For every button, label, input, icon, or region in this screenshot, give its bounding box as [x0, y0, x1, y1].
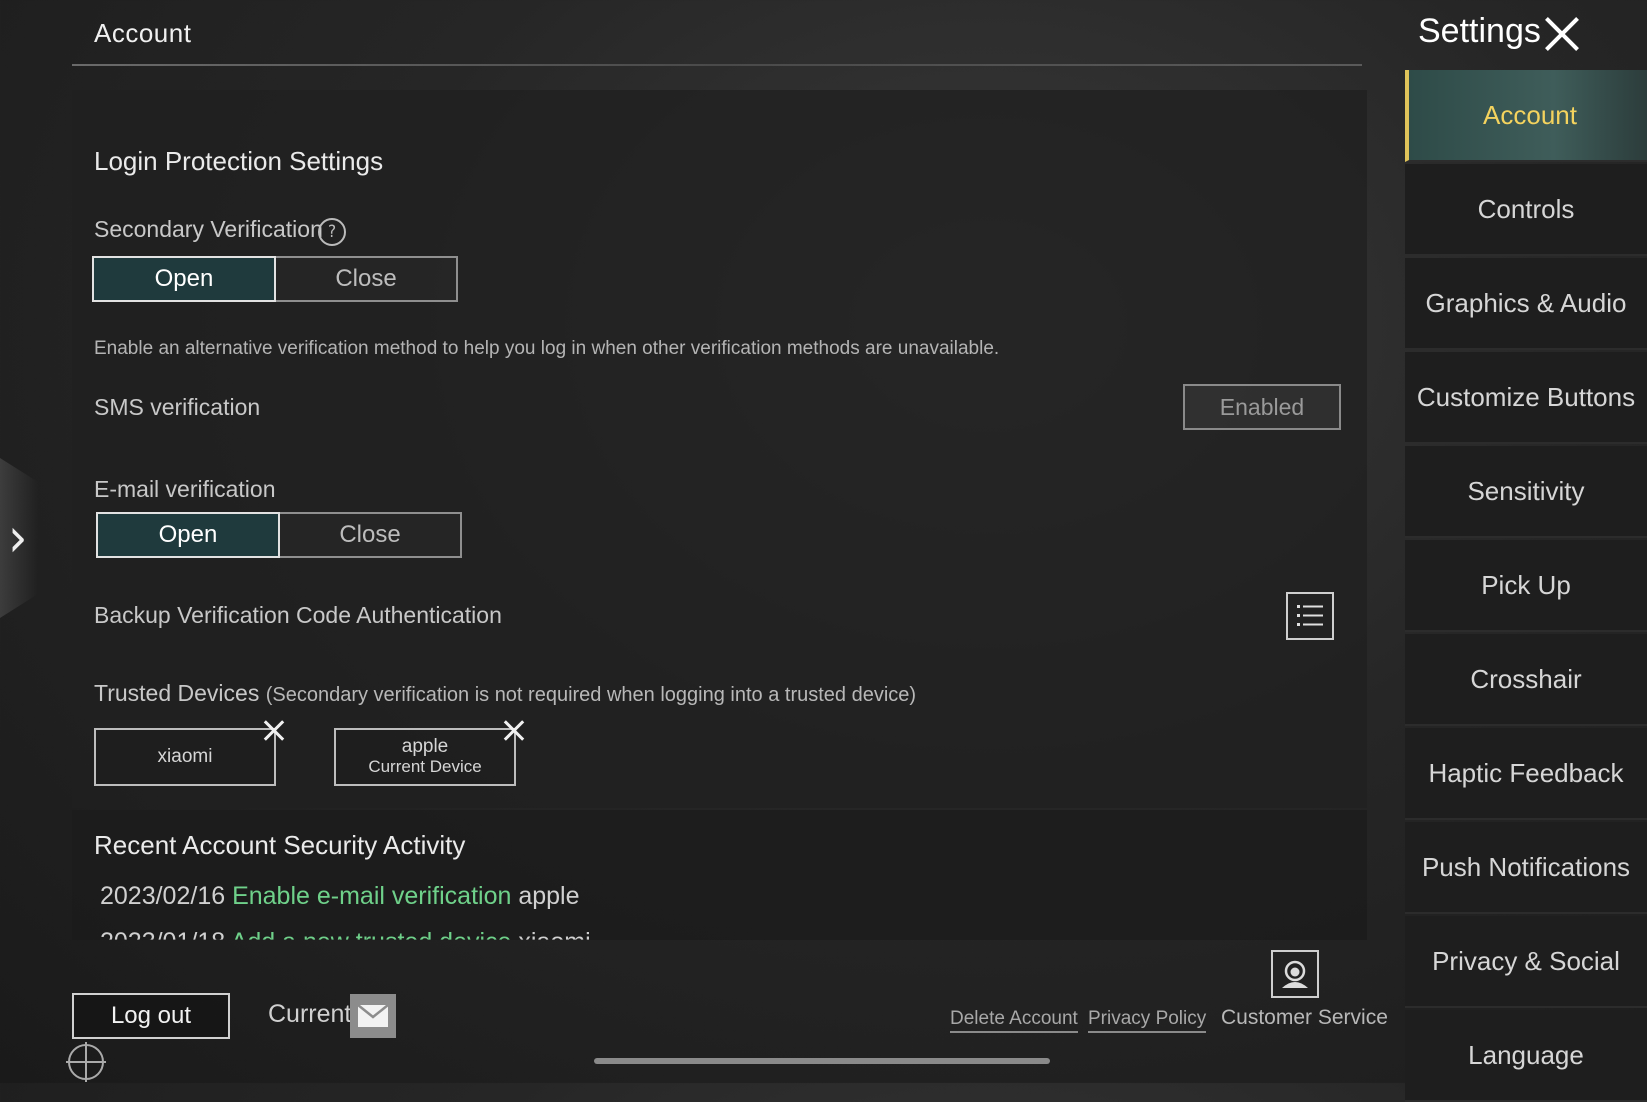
sidebar-item-pick-up[interactable]: Pick Up — [1405, 540, 1647, 632]
close-icon[interactable] — [1542, 14, 1582, 54]
login-protection-title: Login Protection Settings — [94, 146, 384, 176]
sidebar-item-crosshair[interactable]: Crosshair — [1405, 634, 1647, 726]
remove-device-icon[interactable] — [263, 720, 285, 742]
activity-action: Add a new trusted device — [230, 928, 512, 956]
header-divider — [72, 64, 1362, 66]
sidebar-item-graphics-audio[interactable]: Graphics & Audio — [1405, 258, 1647, 350]
trusted-device-card: apple Current Device — [334, 728, 516, 786]
settings-sidebar: Account Controls Graphics & Audio Custom… — [1405, 70, 1647, 1102]
sidebar-item-customize-buttons[interactable]: Customize Buttons — [1405, 352, 1647, 444]
sms-enabled-status: Enabled — [1183, 384, 1341, 430]
activity-date: 2023/02/16 — [100, 882, 226, 910]
trusted-device-card: xiaomi — [94, 728, 276, 786]
email-verification-toggle: Open Close — [96, 512, 462, 558]
email-verification-open-button[interactable]: Open — [96, 512, 280, 558]
privacy-policy-link[interactable]: Privacy Policy — [1088, 1008, 1207, 1033]
email-verification-close-button[interactable]: Close — [280, 512, 462, 558]
device-name: apple — [401, 736, 449, 757]
backup-code-label: Backup Verification Code Authentication — [94, 602, 502, 628]
activity-date: 2023/01/18 — [100, 928, 226, 956]
activity-row: 2023/01/18 Add a new trusted device xiao… — [100, 928, 591, 956]
logout-button[interactable]: Log out — [72, 993, 230, 1039]
sidebar-item-controls[interactable]: Controls — [1405, 164, 1647, 256]
reticle-icon — [66, 1042, 106, 1082]
secondary-verification-description: Enable an alternative verification metho… — [94, 338, 1000, 359]
chevron-right-icon: › — [8, 506, 28, 569]
device-current-tag: Current Device — [368, 757, 482, 776]
secondary-verification-close-button[interactable]: Close — [276, 256, 458, 302]
horizontal-scrollbar[interactable] — [594, 1058, 1050, 1064]
backup-code-list-button[interactable] — [1286, 592, 1334, 640]
current-login-label: Current — [268, 1000, 352, 1028]
current-login-mail-button[interactable] — [350, 994, 396, 1038]
secondary-verification-open-button[interactable]: Open — [92, 256, 276, 302]
activity-title: Recent Account Security Activity — [94, 830, 466, 860]
sidebar-item-privacy-social[interactable]: Privacy & Social — [1405, 916, 1647, 1008]
delete-account-link[interactable]: Delete Account — [950, 1008, 1078, 1033]
sms-verification-label: SMS verification — [94, 394, 261, 420]
mail-icon — [358, 1005, 388, 1027]
activity-device: xiaomi — [518, 928, 591, 956]
secondary-verification-toggle: Open Close — [92, 256, 458, 302]
trusted-devices-label: Trusted Devices (Secondary verification … — [94, 680, 916, 707]
sidebar-item-push-notifications[interactable]: Push Notifications — [1405, 822, 1647, 914]
expand-panel-button[interactable]: › — [0, 458, 38, 618]
settings-title: Settings — [1418, 12, 1541, 50]
sidebar-item-sensitivity[interactable]: Sensitivity — [1405, 446, 1647, 538]
help-icon[interactable]: ? — [318, 218, 346, 246]
device-name: xiaomi — [157, 746, 213, 767]
customer-service-icon[interactable] — [1271, 950, 1319, 998]
customer-service-label[interactable]: Customer Service — [1221, 1006, 1388, 1030]
email-verification-label: E-mail verification — [94, 476, 276, 502]
activity-device: apple — [518, 882, 580, 910]
trusted-devices-note: (Secondary verification is not required … — [265, 684, 917, 706]
activity-row: 2023/02/16 Enable e-mail verification ap… — [100, 882, 580, 911]
sidebar-item-haptic-feedback[interactable]: Haptic Feedback — [1405, 728, 1647, 820]
remove-device-icon[interactable] — [503, 720, 525, 742]
page-title: Account — [94, 18, 192, 48]
list-icon — [1297, 605, 1323, 626]
trusted-devices-title: Trusted Devices — [94, 680, 260, 706]
sidebar-item-account[interactable]: Account — [1405, 70, 1647, 162]
sidebar-item-language[interactable]: Language — [1405, 1010, 1647, 1102]
activity-action: Enable e-mail verification — [232, 882, 512, 910]
secondary-verification-label: Secondary Verification — [94, 216, 323, 242]
